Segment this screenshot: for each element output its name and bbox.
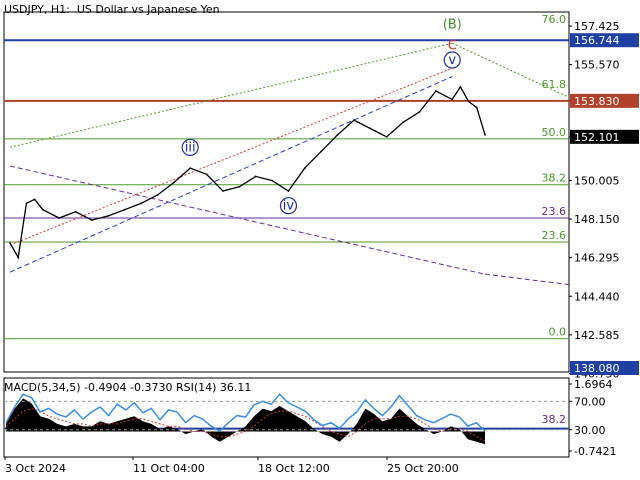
price-point bbox=[238, 185, 241, 188]
time-tick-label: 25 Oct 20:00 bbox=[387, 462, 459, 475]
price-point bbox=[287, 190, 290, 192]
price-point bbox=[156, 194, 159, 197]
indicator-tick-label: 30.00 bbox=[574, 424, 606, 437]
price-point bbox=[320, 150, 323, 153]
price-point bbox=[385, 136, 388, 138]
symbol-description: US Dollar vs Japanese Yen bbox=[76, 3, 220, 16]
level-tag-label: 138.080 bbox=[574, 362, 620, 375]
fib-label: 38.2 bbox=[542, 413, 567, 426]
price-point bbox=[91, 219, 93, 222]
wave-label: iv bbox=[283, 199, 295, 214]
level-tag-label: 153.830 bbox=[574, 95, 620, 108]
price-point bbox=[25, 202, 28, 205]
indicator-title: MACD(5,34,5) -0.4904 -0.3730 RSI(14) 36.… bbox=[4, 381, 252, 394]
indicator-tick-label: 70.00 bbox=[574, 395, 606, 408]
fib-label: 76.0 bbox=[542, 13, 567, 26]
price-point bbox=[222, 190, 224, 192]
fib-label: 38.2 bbox=[542, 172, 567, 185]
price-point bbox=[271, 179, 273, 182]
trendline-blue bbox=[9, 76, 453, 273]
chart-canvas: 76.0 61.8 50.0 38.2 23.6 23.6 0.0 38.2 iii iv vC (… bbox=[3, 11, 639, 475]
wave-label: iii bbox=[185, 140, 196, 155]
price-point bbox=[33, 198, 36, 201]
price-point bbox=[41, 208, 44, 211]
price-point bbox=[74, 210, 77, 213]
price-point bbox=[189, 167, 192, 170]
price-point bbox=[9, 242, 11, 244]
price-point bbox=[369, 127, 372, 130]
macd-histogram bbox=[6, 398, 485, 445]
price-point bbox=[205, 173, 208, 176]
wave-label: (B) bbox=[443, 18, 462, 33]
trendline-green-ext bbox=[452, 42, 570, 98]
fib-label: 23.6 bbox=[542, 229, 567, 242]
time-tick-label: 18 Oct 12:00 bbox=[258, 462, 330, 475]
price-point bbox=[123, 208, 126, 211]
wave-label: v bbox=[448, 53, 456, 68]
price-point bbox=[353, 119, 355, 122]
price-line bbox=[9, 85, 486, 260]
price-point bbox=[58, 217, 60, 219]
price-point bbox=[418, 111, 421, 113]
time-tick-label: 11 Oct 04:00 bbox=[133, 462, 205, 475]
price-tick-label: 148.150 bbox=[574, 213, 620, 226]
fib-label: 50.0 bbox=[542, 126, 567, 139]
price-tick-label: 157.425 bbox=[574, 20, 620, 33]
price-point bbox=[459, 86, 462, 88]
wave-label: C bbox=[448, 38, 457, 53]
fib-label: 0.0 bbox=[549, 326, 567, 339]
price-point bbox=[402, 121, 404, 124]
price-point bbox=[451, 98, 454, 101]
price-point bbox=[172, 181, 175, 184]
price-point bbox=[435, 90, 437, 92]
price-tick-label: 142.585 bbox=[574, 329, 620, 342]
price-point bbox=[484, 133, 486, 136]
indicator-tick-label: -0.7421 bbox=[574, 445, 616, 458]
price-point bbox=[303, 167, 306, 170]
trendline-red bbox=[9, 67, 453, 246]
price-tick-label: 155.570 bbox=[574, 59, 620, 72]
price-point bbox=[254, 175, 257, 178]
level-tag-label: 152.101 bbox=[574, 131, 620, 144]
chart-title: USDJPY, H1: US Dollar vs Japanese Yen bbox=[4, 3, 220, 16]
price-point bbox=[140, 202, 142, 205]
timeframe: H1 bbox=[50, 3, 67, 16]
trendline-purple-ext bbox=[484, 273, 570, 286]
price-point bbox=[467, 100, 470, 103]
price-point bbox=[107, 215, 110, 217]
time-tick-label: 3 Oct 2024 bbox=[5, 462, 66, 475]
level-tag-label: 156.744 bbox=[574, 34, 620, 47]
main-plot-border bbox=[3, 11, 570, 373]
price-tick-label: 144.440 bbox=[574, 290, 620, 303]
price-point bbox=[336, 133, 339, 136]
price-tick-label: 150.005 bbox=[574, 174, 620, 187]
fib-label: 23.6 bbox=[542, 205, 567, 218]
price-tick-label: 146.295 bbox=[574, 252, 620, 265]
price-point bbox=[475, 106, 478, 109]
symbol: USDJPY bbox=[4, 3, 44, 16]
indicator-tick-label: 1.6964 bbox=[574, 378, 613, 391]
price-point bbox=[17, 256, 20, 259]
fib-label: 61.8 bbox=[542, 78, 567, 91]
